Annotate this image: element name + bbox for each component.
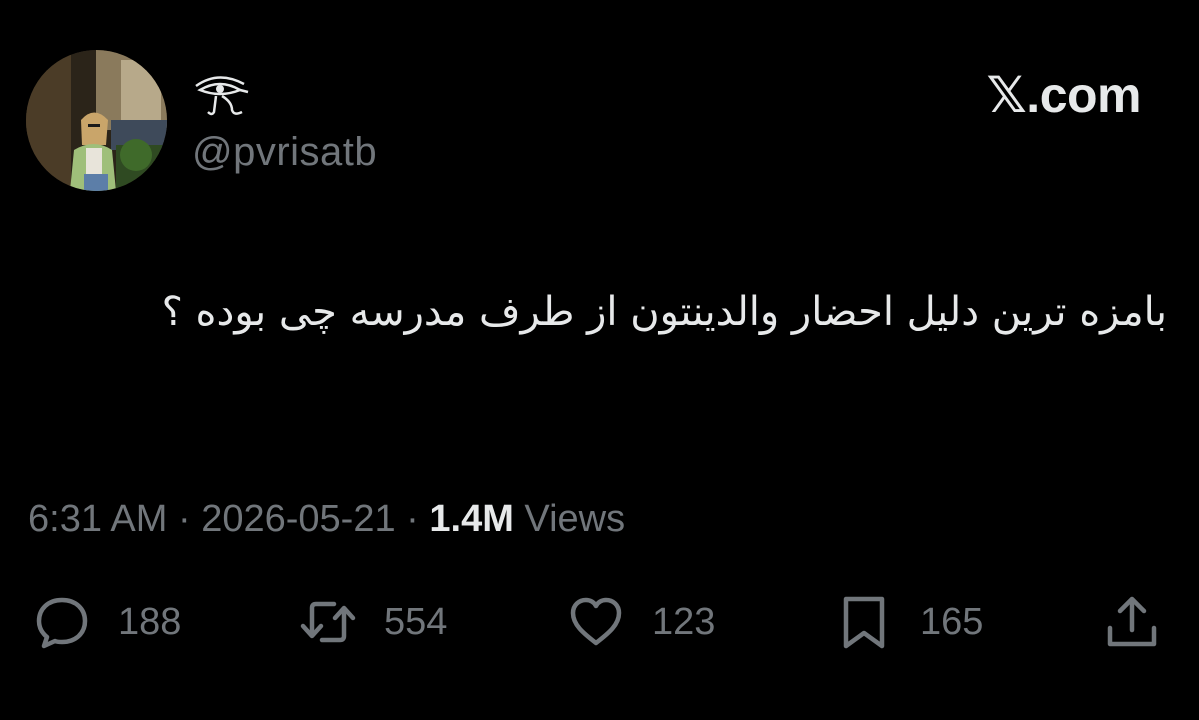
bookmark-count: 165 bbox=[920, 600, 984, 643]
avatar-photo bbox=[26, 50, 167, 191]
reply-button[interactable]: 188 bbox=[34, 590, 181, 654]
reply-count: 188 bbox=[118, 600, 182, 643]
tweet-card: @pvrisatb 𝕏.com بامزه ترین دلیل احضار وا… bbox=[0, 0, 1199, 720]
heart-icon bbox=[570, 597, 622, 646]
like-button[interactable]: 123 bbox=[568, 590, 715, 654]
retweet-button[interactable]: 554 bbox=[300, 590, 447, 654]
x-brand-logo: 𝕏.com bbox=[986, 67, 1142, 123]
meta-separator: · bbox=[177, 498, 191, 540]
tweet-text: بامزه ترین دلیل احضار والدینتون از طرف م… bbox=[161, 289, 1167, 335]
views-label: Views bbox=[524, 498, 626, 540]
action-bar: 188 554 123 165 bbox=[0, 590, 1199, 654]
tweet-time[interactable]: 6:31 AM bbox=[28, 498, 167, 540]
views-count: 1.4M bbox=[429, 498, 514, 540]
tweet-meta: 6:31 AM · 2026-05-21 · 1.4M Views bbox=[28, 498, 625, 541]
share-button[interactable] bbox=[1104, 590, 1160, 654]
meta-separator: · bbox=[406, 498, 419, 540]
user-handle[interactable]: @pvrisatb bbox=[192, 130, 377, 175]
like-count: 123 bbox=[652, 600, 716, 643]
bookmark-icon bbox=[843, 596, 885, 649]
avatar[interactable] bbox=[26, 50, 167, 191]
retweet-icon bbox=[300, 601, 356, 643]
retweet-count: 554 bbox=[384, 600, 448, 643]
eye-of-horus-icon bbox=[192, 72, 252, 120]
share-icon bbox=[1107, 596, 1157, 647]
bookmark-button[interactable]: 165 bbox=[836, 590, 983, 654]
tweet-date[interactable]: 2026-05-21 bbox=[201, 498, 395, 540]
reply-bubble-icon bbox=[36, 597, 88, 649]
